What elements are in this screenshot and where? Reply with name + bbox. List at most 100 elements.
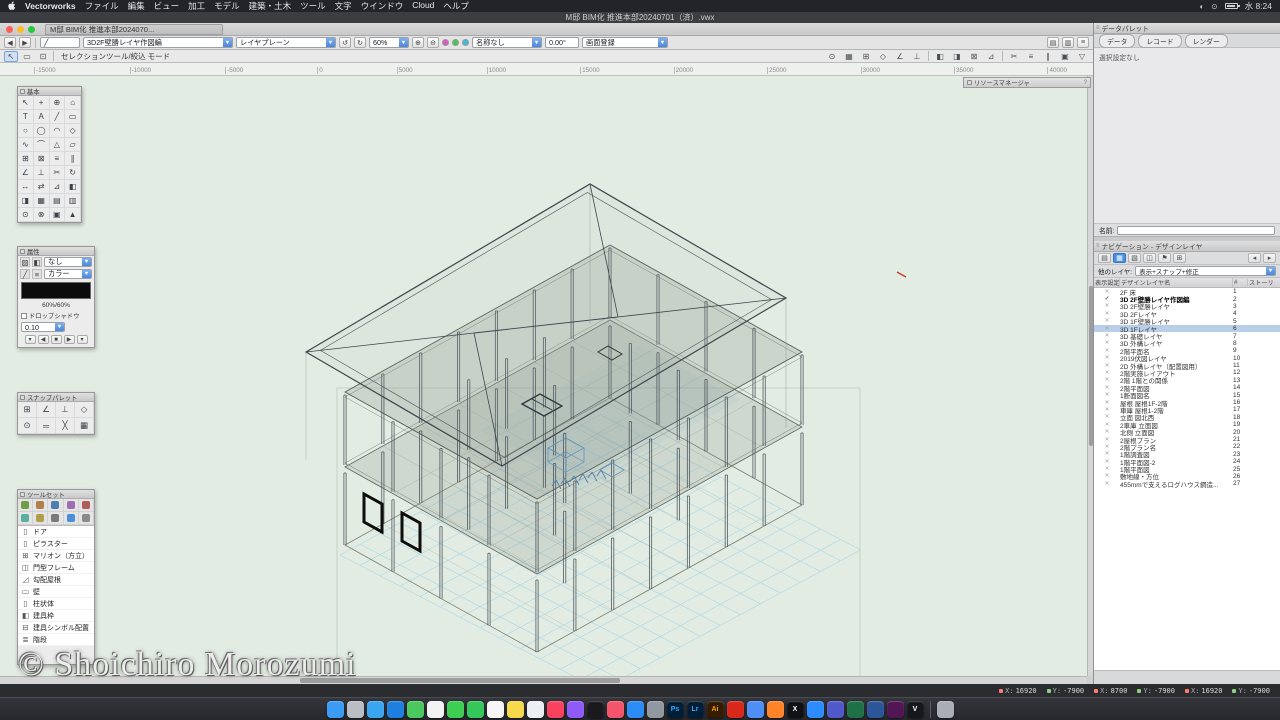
sheet-layers-tab-icon[interactable]: ▧ bbox=[1128, 253, 1141, 263]
tool-icon[interactable]: ╱ bbox=[50, 110, 66, 124]
tool-icon[interactable]: ▦ bbox=[34, 194, 50, 208]
layer-visibility-toggle[interactable]: ✕ bbox=[1094, 326, 1120, 332]
snap-point-icon[interactable]: ◇ bbox=[876, 51, 890, 62]
toolset-category-icon[interactable] bbox=[33, 512, 48, 525]
lasso-mode-icon[interactable]: ⊡ bbox=[36, 51, 50, 62]
column-visibility[interactable]: 表示設定 bbox=[1094, 278, 1120, 287]
layer-visibility-toggle[interactable]: ✕ bbox=[1094, 340, 1120, 346]
split-view-icon[interactable]: ◧ bbox=[933, 51, 947, 62]
align-icon[interactable]: ≡ bbox=[1024, 51, 1038, 62]
tool-icon[interactable]: ✂ bbox=[50, 166, 66, 180]
tool-icon[interactable]: ⊙ bbox=[18, 208, 34, 222]
dock-app-icon[interactable]: Ps bbox=[667, 701, 684, 718]
dock-app-icon[interactable] bbox=[647, 701, 664, 718]
layer-visibility-toggle[interactable]: ✕ bbox=[1094, 437, 1120, 443]
palette-header[interactable]: ツールセット bbox=[18, 490, 94, 499]
line-style-dropdown[interactable]: 名称なし▼ bbox=[472, 37, 542, 48]
toolset-item[interactable]: ⊟ 建具シンボル配置 bbox=[18, 622, 94, 634]
scissors-icon[interactable]: ✂ bbox=[1007, 51, 1021, 62]
tool-icon[interactable]: ◠ bbox=[50, 124, 66, 138]
tool-icon[interactable]: ▲ bbox=[65, 208, 81, 222]
dock-app-icon[interactable] bbox=[507, 701, 524, 718]
layer-visibility-toggle[interactable]: ✕ bbox=[1094, 355, 1120, 361]
layer-visibility-toggle[interactable]: ✕ bbox=[1094, 385, 1120, 391]
resource-manager-bar[interactable]: リソースマネージャ ? bbox=[963, 77, 1091, 88]
dock-app-icon[interactable] bbox=[547, 701, 564, 718]
menu-item[interactable]: ビュー bbox=[154, 0, 180, 12]
snap-tool-icon[interactable]: ◇ bbox=[75, 402, 94, 418]
scrollbar-thumb[interactable] bbox=[300, 678, 620, 683]
tool-icon[interactable]: ▤ bbox=[50, 194, 66, 208]
horizontal-scrollbar[interactable] bbox=[0, 676, 1087, 684]
dock-app-icon[interactable]: V bbox=[907, 701, 924, 718]
tool-icon[interactable]: ⇄ bbox=[34, 180, 50, 194]
tool-icon[interactable]: ◧ bbox=[65, 180, 81, 194]
attr-default-button[interactable]: ■ bbox=[51, 335, 62, 344]
zoom-window-button[interactable] bbox=[28, 26, 35, 33]
dock-app-icon[interactable] bbox=[767, 701, 784, 718]
tool-icon[interactable]: ◨ bbox=[18, 194, 34, 208]
dock-app-icon[interactable] bbox=[567, 701, 584, 718]
palette-header[interactable]: 基本 bbox=[18, 87, 81, 96]
tool-icon[interactable]: ▭ bbox=[65, 110, 81, 124]
layer-visibility-toggle[interactable]: ✕ bbox=[1094, 370, 1120, 376]
tool-icon[interactable]: ∿ bbox=[18, 138, 34, 152]
layer-visibility-toggle[interactable]: ✕ bbox=[1094, 400, 1120, 406]
layer-visibility-toggle[interactable]: ✓ bbox=[1094, 296, 1120, 302]
menubar-clock[interactable]: 水 8:24 bbox=[1245, 0, 1272, 12]
snap-tool-icon[interactable]: ╳ bbox=[56, 418, 75, 434]
drawing-canvas[interactable] bbox=[0, 76, 1087, 676]
document-tab[interactable]: M邸 BIM化 推進本部2024070... bbox=[45, 24, 223, 35]
panel-toggle-button[interactable]: ≡ bbox=[1077, 37, 1089, 48]
dock-app-icon[interactable] bbox=[467, 701, 484, 718]
menu-item[interactable]: ファイル bbox=[85, 0, 119, 12]
tool-icon[interactable]: ⊕ bbox=[50, 96, 66, 110]
active-layer-dropdown[interactable]: 3D2F壁勝レイヤ作図編▼ bbox=[83, 37, 233, 48]
palette-header[interactable]: スナップパレット bbox=[18, 393, 94, 402]
toolset-item[interactable]: ≣ 階段 bbox=[18, 634, 94, 646]
tool-icon[interactable]: △ bbox=[50, 138, 66, 152]
dock-app-icon[interactable] bbox=[487, 701, 504, 718]
palette-header[interactable]: ≡ データパレット bbox=[1094, 23, 1280, 34]
layer-visibility-toggle[interactable]: ✕ bbox=[1094, 407, 1120, 413]
snap-tool-icon[interactable]: ⊥ bbox=[56, 402, 75, 418]
attr-next-button[interactable]: ▶ bbox=[64, 335, 75, 344]
dock-app-icon[interactable] bbox=[747, 701, 764, 718]
prev-layer-button[interactable]: ◂ bbox=[1248, 253, 1261, 263]
tool-icon[interactable]: ⊿ bbox=[50, 180, 66, 194]
zoom-dropdown[interactable]: 60%▼ bbox=[369, 37, 409, 48]
menu-item[interactable]: ウインドウ bbox=[361, 0, 404, 12]
toolset-item[interactable]: ◫ 門型フレーム bbox=[18, 562, 94, 574]
close-icon[interactable] bbox=[20, 395, 25, 400]
menu-item[interactable]: 加工 bbox=[188, 0, 205, 12]
layer-visibility-toggle[interactable]: ✕ bbox=[1094, 318, 1120, 324]
toolset-category-icon[interactable] bbox=[79, 499, 94, 512]
layer-row[interactable]: ✕ 455mmで支えるログハウス鋼造... 27 bbox=[1094, 480, 1280, 487]
selection-mode-icon[interactable]: ↖ bbox=[4, 51, 18, 62]
dock-app-icon[interactable] bbox=[727, 701, 744, 718]
marquee-mode-icon[interactable]: ▭ bbox=[20, 51, 34, 62]
tool-icon[interactable]: ○ bbox=[18, 124, 34, 138]
snap-tool-icon[interactable]: ⊞ bbox=[18, 402, 37, 418]
class-options-button[interactable]: ▥ bbox=[1062, 37, 1074, 48]
column-number[interactable]: # bbox=[1233, 279, 1248, 286]
layer-visibility-toggle[interactable]: ✕ bbox=[1094, 444, 1120, 450]
dock-app-icon[interactable]: Ai bbox=[707, 701, 724, 718]
toolset-category-icon[interactable] bbox=[64, 499, 79, 512]
attr-back-button[interactable]: ◀ bbox=[38, 335, 49, 344]
layer-options-button[interactable]: ▤ bbox=[1047, 37, 1059, 48]
close-window-button[interactable] bbox=[6, 26, 13, 33]
design-layers-tab-icon[interactable]: ▦ bbox=[1113, 253, 1126, 263]
toolset-category-icon[interactable] bbox=[18, 512, 33, 525]
layer-visibility-toggle[interactable]: ✕ bbox=[1094, 303, 1120, 309]
other-layers-dropdown[interactable]: 表示+スナップ+修正▼ bbox=[1135, 266, 1276, 276]
layer-visibility-toggle[interactable]: ✕ bbox=[1094, 348, 1120, 354]
dock-app-icon[interactable] bbox=[367, 701, 384, 718]
data-palette-tab[interactable]: レコード bbox=[1138, 34, 1181, 48]
toolset-category-icon[interactable] bbox=[64, 512, 79, 525]
dock-app-icon[interactable] bbox=[347, 701, 364, 718]
close-icon[interactable] bbox=[20, 492, 25, 497]
snap-perpendicular-icon[interactable]: ⊥ bbox=[910, 51, 924, 62]
dock-app-icon[interactable] bbox=[827, 701, 844, 718]
drop-shadow-checkbox[interactable] bbox=[21, 313, 27, 319]
